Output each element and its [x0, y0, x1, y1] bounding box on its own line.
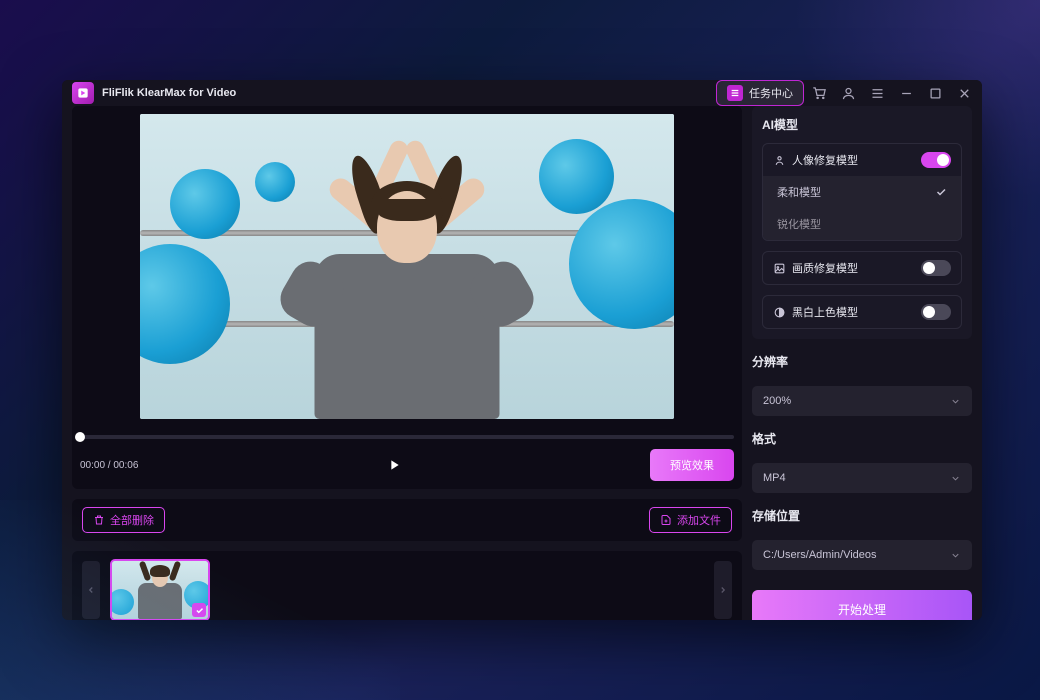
ai-model-title: AI模型: [762, 116, 962, 133]
preview-effect-button[interactable]: 预览效果: [650, 449, 734, 481]
quality-model-label: 画质修复模型: [792, 260, 915, 276]
portrait-toggle[interactable]: [921, 152, 951, 168]
portrait-model-section: 人像修复模型 柔和模型 锐化模型: [762, 143, 962, 241]
app-body: 00:00 / 00:06 预览效果 全部删除 添加文件: [62, 106, 982, 620]
play-button[interactable]: [138, 457, 650, 473]
format-label: 格式: [752, 430, 972, 447]
progress-thumb[interactable]: [75, 432, 85, 442]
portrait-submodels: 柔和模型 锐化模型: [763, 176, 961, 240]
task-center-button[interactable]: 任务中心: [716, 80, 804, 106]
chevron-down-icon: [950, 396, 961, 407]
colorize-toggle[interactable]: [921, 304, 951, 320]
file-action-bar: 全部删除 添加文件: [72, 499, 742, 541]
ai-model-panel: AI模型 人像修复模型 柔和模型 锐化模型: [752, 106, 972, 339]
colorize-model-label: 黑白上色模型: [792, 304, 915, 320]
user-icon[interactable]: [841, 86, 856, 101]
app-logo: [72, 82, 94, 104]
video-thumbnail[interactable]: [110, 559, 210, 620]
storage-label: 存储位置: [752, 507, 972, 524]
quality-model-row: 画质修复模型: [762, 251, 962, 285]
close-icon[interactable]: [957, 86, 972, 101]
submodel-soft[interactable]: 柔和模型: [763, 176, 961, 208]
delete-all-button[interactable]: 全部删除: [82, 507, 165, 533]
quality-toggle[interactable]: [921, 260, 951, 276]
thumb-prev-button[interactable]: [82, 561, 100, 619]
video-preview: [72, 106, 742, 427]
format-value: MP4: [763, 472, 950, 484]
menu-icon[interactable]: [870, 86, 885, 101]
task-list-icon: [727, 85, 743, 101]
storage-select[interactable]: C:/Users/Admin/Videos: [752, 540, 972, 570]
title-bar: FliFlik KlearMax for Video 任务中心: [62, 80, 982, 106]
chevron-down-icon: [950, 550, 961, 561]
add-file-label: 添加文件: [677, 512, 721, 528]
colorize-model-row: 黑白上色模型: [762, 295, 962, 329]
image-icon: [773, 262, 786, 275]
submodel-sharp[interactable]: 锐化模型: [763, 208, 961, 240]
resolution-value: 200%: [763, 395, 950, 407]
chevron-down-icon: [950, 473, 961, 484]
app-window: FliFlik KlearMax for Video 任务中心: [62, 80, 982, 620]
video-frame: [140, 114, 674, 419]
cart-icon[interactable]: [812, 86, 827, 101]
minimize-icon[interactable]: [899, 86, 914, 101]
delete-all-label: 全部删除: [110, 512, 154, 528]
time-label: 00:00 / 00:06: [80, 460, 138, 471]
maximize-icon[interactable]: [928, 86, 943, 101]
resolution-label: 分辨率: [752, 353, 972, 370]
video-player-area: 00:00 / 00:06 预览效果: [72, 106, 742, 489]
start-process-button[interactable]: 开始处理: [752, 590, 972, 620]
thumb-next-button[interactable]: [714, 561, 732, 619]
app-title: FliFlik KlearMax for Video: [102, 87, 236, 99]
right-panel: AI模型 人像修复模型 柔和模型 锐化模型: [752, 106, 972, 620]
portrait-model-label: 人像修复模型: [792, 152, 915, 168]
check-icon: [935, 186, 947, 198]
video-progress-bar[interactable]: [80, 435, 734, 439]
thumbnail-bar: [72, 551, 742, 620]
person-icon: [773, 154, 786, 167]
thumb-selected-check-icon: [192, 603, 206, 617]
resolution-select[interactable]: 200%: [752, 386, 972, 416]
window-controls: [812, 86, 972, 101]
format-select[interactable]: MP4: [752, 463, 972, 493]
contrast-icon: [773, 306, 786, 319]
left-panel: 00:00 / 00:06 预览效果 全部删除 添加文件: [72, 106, 742, 620]
add-file-button[interactable]: 添加文件: [649, 507, 732, 533]
portrait-model-header: 人像修复模型: [763, 144, 961, 176]
player-controls: 00:00 / 00:06 预览效果: [72, 439, 742, 481]
task-center-label: 任务中心: [749, 85, 793, 101]
storage-value: C:/Users/Admin/Videos: [763, 549, 950, 561]
